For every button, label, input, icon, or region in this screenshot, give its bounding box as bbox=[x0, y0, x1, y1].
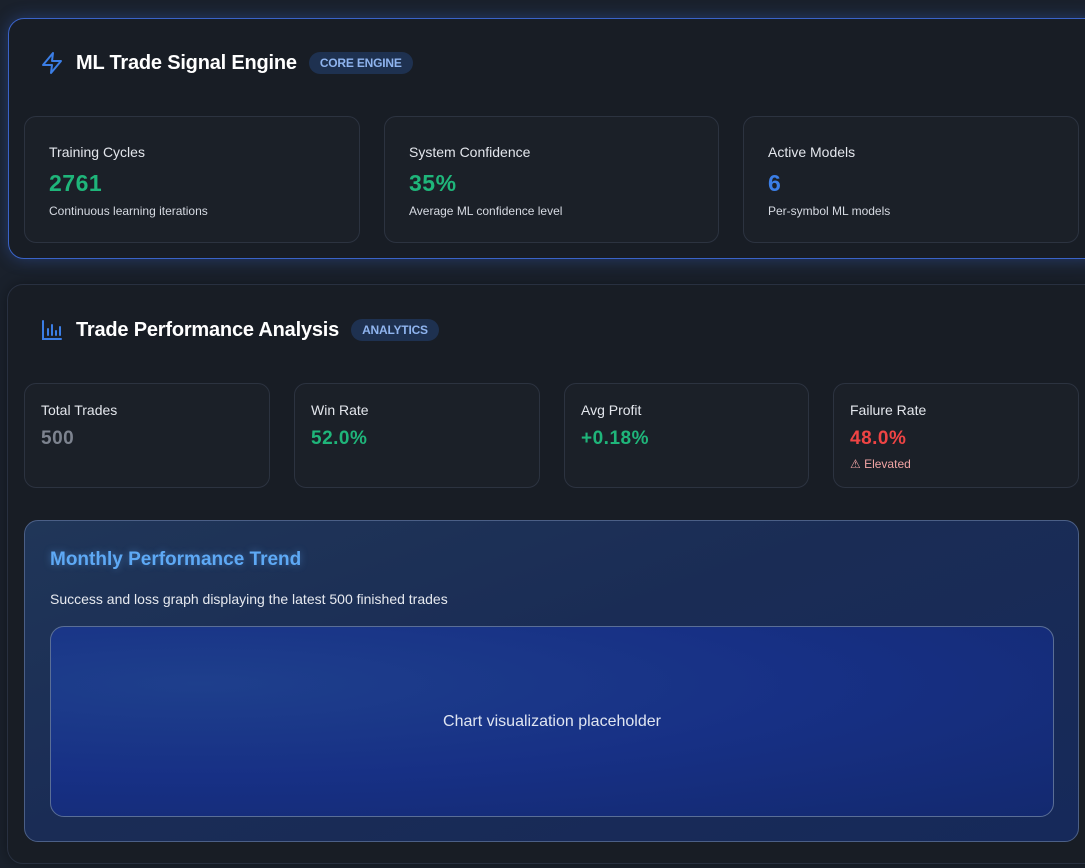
card-label: System Confidence bbox=[409, 144, 531, 160]
card-value: 35% bbox=[409, 170, 457, 196]
card-subtext: Average ML confidence level bbox=[409, 204, 563, 218]
training-cycles-card: Training Cycles 2761 Continuous learning… bbox=[24, 116, 360, 243]
chart-placeholder: Chart visualization placeholder bbox=[50, 626, 1054, 817]
monthly-trend-card: Monthly Performance Trend Success and lo… bbox=[24, 520, 1079, 842]
elevated-warning: ⚠ Elevated bbox=[850, 457, 911, 471]
card-value: 52.0% bbox=[311, 428, 368, 449]
signal-engine-header: ML Trade Signal Engine CORE ENGINE bbox=[40, 51, 413, 75]
section-title: Trade Performance Analysis bbox=[76, 318, 340, 341]
system-confidence-card: System Confidence 35% Average ML confide… bbox=[384, 116, 719, 243]
card-value: +0.18% bbox=[581, 428, 649, 449]
card-label: Total Trades bbox=[41, 402, 118, 418]
core-engine-badge: CORE ENGINE bbox=[308, 52, 413, 74]
total-trades-card: Total Trades 500 bbox=[24, 383, 270, 488]
lightning-icon bbox=[42, 52, 62, 74]
active-models-card: Active Models 6 Per-symbol ML models bbox=[743, 116, 1079, 243]
analytics-badge: ANALYTICS bbox=[351, 319, 439, 341]
card-label: Training Cycles bbox=[49, 144, 145, 160]
trend-description: Success and loss graph displaying the la… bbox=[50, 591, 448, 607]
card-value: 48.0% bbox=[850, 428, 907, 449]
chart-placeholder-text: Chart visualization placeholder bbox=[443, 712, 661, 730]
card-label: Active Models bbox=[768, 144, 856, 160]
card-value: 6 bbox=[768, 170, 782, 196]
failure-rate-card: Failure Rate 48.0% ⚠ Elevated bbox=[833, 383, 1079, 488]
card-subtext: Continuous learning iterations bbox=[49, 204, 208, 218]
bar-chart-icon bbox=[42, 320, 62, 340]
win-rate-card: Win Rate 52.0% bbox=[294, 383, 540, 488]
card-label: Failure Rate bbox=[850, 402, 927, 418]
section-title: ML Trade Signal Engine bbox=[76, 51, 297, 74]
card-label: Win Rate bbox=[311, 402, 369, 418]
avg-profit-card: Avg Profit +0.18% bbox=[564, 383, 809, 488]
card-value: 2761 bbox=[49, 170, 103, 196]
card-label: Avg Profit bbox=[581, 402, 642, 418]
trend-title: Monthly Performance Trend bbox=[50, 549, 302, 570]
signal-engine-panel: ML Trade Signal Engine CORE ENGINE Train… bbox=[8, 18, 1085, 259]
performance-analysis-header: Trade Performance Analysis ANALYTICS bbox=[40, 318, 439, 342]
card-subtext: Per-symbol ML models bbox=[768, 204, 891, 218]
card-value: 500 bbox=[41, 428, 75, 449]
